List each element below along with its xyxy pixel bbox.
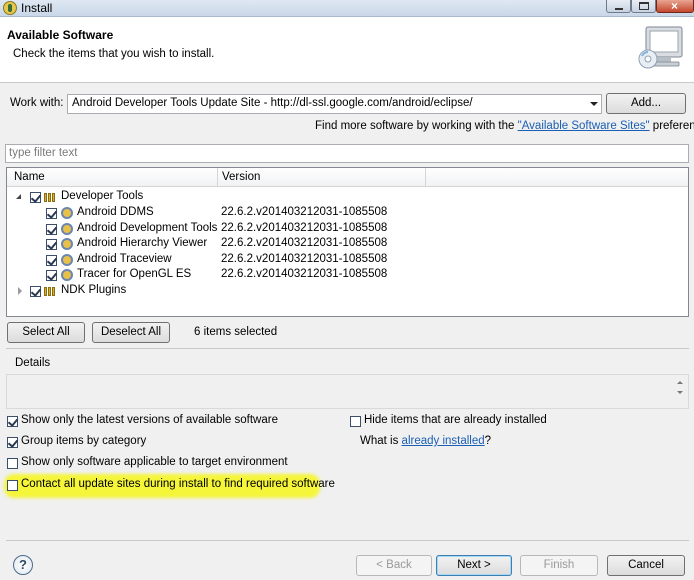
window-title: Install bbox=[21, 1, 53, 15]
column-version-header[interactable]: Version bbox=[222, 171, 260, 183]
find-more-suffix: preferences. bbox=[652, 120, 694, 132]
feature-plugin-icon bbox=[61, 223, 73, 235]
install-monitor-icon bbox=[638, 26, 683, 69]
item-name: Android Development Tools bbox=[77, 222, 218, 234]
feature-plugin-icon bbox=[61, 238, 73, 250]
item-version: 22.6.2.v201403212031-1085508 bbox=[221, 206, 388, 218]
add-site-button[interactable]: Add... bbox=[606, 93, 686, 114]
contact-update-sites-checkbox[interactable] bbox=[7, 480, 18, 491]
feature-plugin-icon bbox=[61, 254, 73, 266]
details-scroll-arrows-icon[interactable] bbox=[673, 377, 687, 405]
title-bar bbox=[0, 0, 694, 17]
column-divider[interactable] bbox=[217, 168, 218, 187]
footer-separator bbox=[6, 540, 689, 541]
expand-arrow-icon[interactable] bbox=[16, 193, 24, 201]
tree-item-row[interactable]: Android DDMS 22.6.2.v201403212031-108550… bbox=[7, 205, 688, 221]
what-is-prefix: What is bbox=[360, 435, 399, 447]
back-button[interactable]: < Back bbox=[356, 555, 432, 576]
minimize-button[interactable] bbox=[606, 0, 631, 13]
finish-button[interactable]: Finish bbox=[520, 555, 598, 576]
tree-item-row[interactable]: Android Hierarchy Viewer 22.6.2.v2014032… bbox=[7, 236, 688, 252]
select-all-button[interactable]: Select All bbox=[7, 322, 85, 343]
column-divider[interactable] bbox=[425, 168, 426, 187]
page-title: Available Software bbox=[7, 28, 114, 42]
close-icon: × bbox=[671, 0, 679, 13]
group-name: NDK Plugins bbox=[61, 284, 127, 296]
tree-group-row[interactable]: Developer Tools bbox=[7, 189, 688, 205]
filter-input[interactable]: type filter text bbox=[5, 144, 689, 163]
hide-installed-label[interactable]: Hide items that are already installed bbox=[364, 414, 547, 426]
already-installed-link[interactable]: already installed bbox=[402, 435, 485, 447]
separator bbox=[6, 348, 689, 349]
column-name-header[interactable]: Name bbox=[14, 171, 45, 183]
group-by-category-label[interactable]: Group items by category bbox=[21, 435, 146, 447]
feature-plugin-icon bbox=[61, 269, 73, 281]
help-icon[interactable]: ? bbox=[13, 555, 33, 575]
close-button[interactable]: × bbox=[656, 0, 694, 13]
target-environment-label[interactable]: Show only software applicable to target … bbox=[21, 456, 288, 468]
latest-versions-label[interactable]: Show only the latest versions of availab… bbox=[21, 414, 278, 426]
software-tree: Name Version Developer Tools Android DDM… bbox=[6, 167, 689, 317]
tree-item-row[interactable]: Android Development Tools 22.6.2.v201403… bbox=[7, 221, 688, 237]
target-environment-checkbox[interactable] bbox=[7, 458, 18, 469]
latest-versions-checkbox[interactable] bbox=[7, 416, 18, 427]
page-subtitle: Check the items that you wish to install… bbox=[13, 48, 215, 60]
item-checkbox[interactable] bbox=[46, 239, 57, 250]
maximize-button[interactable] bbox=[631, 0, 656, 13]
item-name: Android Hierarchy Viewer bbox=[77, 237, 208, 249]
item-version: 22.6.2.v201403212031-1085508 bbox=[221, 268, 388, 280]
item-checkbox[interactable] bbox=[46, 224, 57, 235]
item-name: Android Traceview bbox=[77, 253, 172, 265]
work-with-label: Work with: bbox=[10, 97, 64, 109]
find-more-prefix: Find more software by working with the bbox=[315, 120, 515, 132]
group-by-category-checkbox[interactable] bbox=[7, 437, 18, 448]
eclipse-app-icon bbox=[3, 1, 17, 15]
selection-status: 6 items selected bbox=[194, 326, 278, 338]
contact-update-sites-label[interactable]: Contact all update sites during install … bbox=[21, 478, 335, 490]
feature-plugin-icon bbox=[61, 207, 73, 219]
what-is-suffix: ? bbox=[484, 435, 492, 447]
item-version: 22.6.2.v201403212031-1085508 bbox=[221, 237, 388, 249]
minimize-icon bbox=[615, 8, 623, 10]
category-icon bbox=[44, 287, 59, 296]
cancel-button[interactable]: Cancel bbox=[607, 555, 685, 576]
item-checkbox[interactable] bbox=[46, 208, 57, 219]
details-label: Details bbox=[15, 357, 51, 369]
item-name: Android DDMS bbox=[77, 206, 154, 218]
hide-installed-checkbox[interactable] bbox=[350, 416, 361, 427]
work-with-combo[interactable]: Android Developer Tools Update Site - ht… bbox=[67, 94, 602, 114]
item-checkbox[interactable] bbox=[46, 270, 57, 281]
group-checkbox[interactable] bbox=[30, 192, 41, 203]
chevron-down-icon[interactable] bbox=[586, 95, 601, 113]
group-name: Developer Tools bbox=[61, 190, 144, 202]
deselect-all-button[interactable]: Deselect All bbox=[92, 322, 170, 343]
tree-header: Name Version bbox=[7, 168, 688, 187]
tree-group-row[interactable]: NDK Plugins bbox=[7, 283, 688, 299]
item-checkbox[interactable] bbox=[46, 255, 57, 266]
item-version: 22.6.2.v201403212031-1085508 bbox=[221, 253, 388, 265]
tree-item-row[interactable]: Tracer for OpenGL ES 22.6.2.v20140321203… bbox=[7, 267, 688, 283]
details-area bbox=[6, 374, 689, 409]
group-checkbox[interactable] bbox=[30, 286, 41, 297]
collapse-arrow-icon[interactable] bbox=[17, 287, 25, 295]
tree-item-row[interactable]: Android Traceview 22.6.2.v201403212031-1… bbox=[7, 252, 688, 268]
header-banner: Available Software Check the items that … bbox=[0, 17, 694, 83]
category-icon bbox=[44, 193, 59, 202]
next-button[interactable]: Next > bbox=[436, 555, 512, 576]
maximize-icon bbox=[639, 2, 649, 10]
item-name: Tracer for OpenGL ES bbox=[77, 268, 192, 280]
find-more-text: Find more software by working with the "… bbox=[315, 120, 694, 132]
item-version: 22.6.2.v201403212031-1085508 bbox=[221, 222, 388, 234]
what-is-installed-text: What is already installed? bbox=[360, 435, 491, 447]
available-software-sites-link[interactable]: "Available Software Sites" bbox=[518, 120, 650, 132]
